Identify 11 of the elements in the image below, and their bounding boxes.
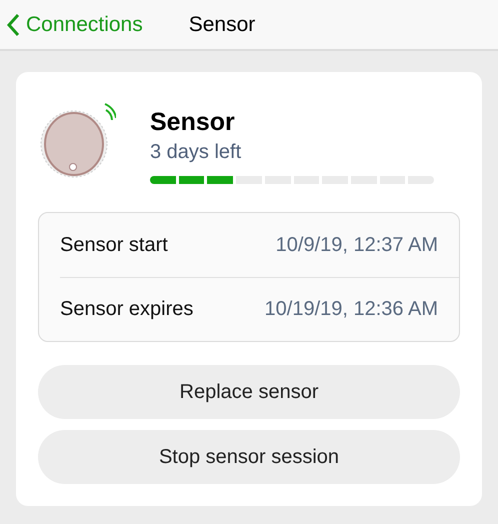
sensor-name: Sensor <box>150 108 236 137</box>
detail-value: 10/9/19, 12:37 AM <box>276 234 438 256</box>
page-title: Sensor <box>188 12 256 36</box>
action-button[interactable]: Stop sensor session <box>38 430 460 484</box>
detail-label: Sensor expires <box>60 298 194 321</box>
back-chevron-icon <box>6 12 20 36</box>
sensor-icon <box>40 102 116 180</box>
action-button[interactable]: Replace sensor <box>38 365 460 419</box>
detail-label: Sensor start <box>60 234 168 256</box>
days-left: 3 days left <box>150 141 242 164</box>
detail-value: 10/19/19, 12:36 AM <box>264 298 438 321</box>
